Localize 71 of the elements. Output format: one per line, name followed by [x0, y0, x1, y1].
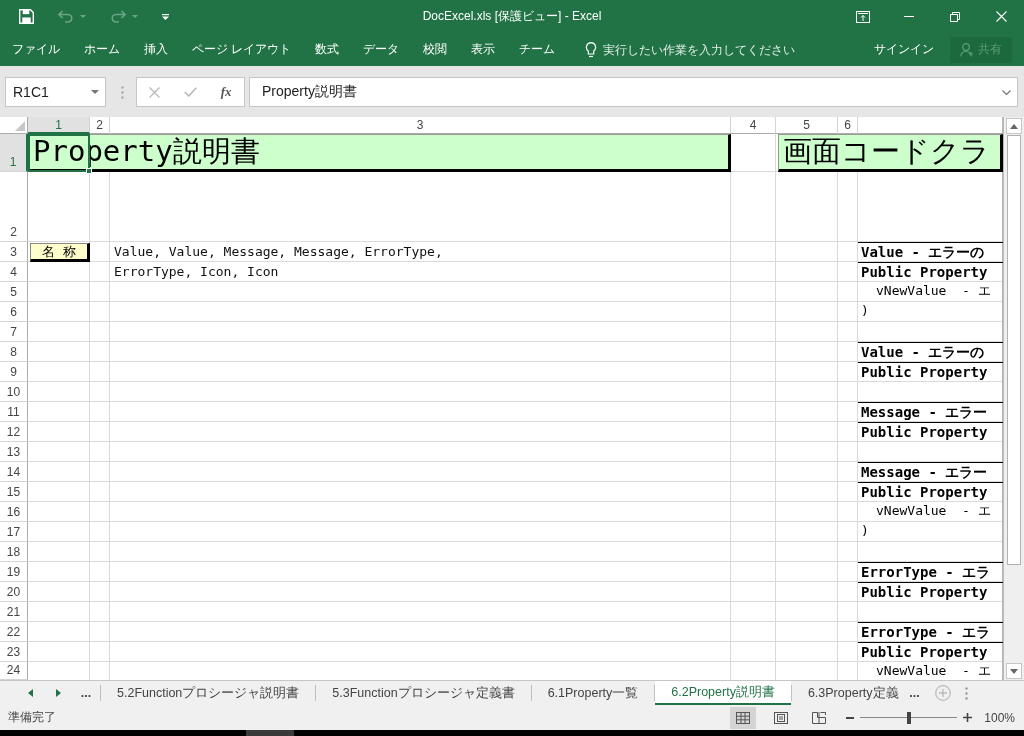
vertical-scrollbar[interactable]	[1003, 117, 1024, 680]
ribbon-tab[interactable]: ファイル	[0, 36, 72, 63]
insert-function-button[interactable]: fx	[215, 81, 238, 103]
ribbon-tab[interactable]: チーム	[507, 36, 568, 63]
zoom-level-button[interactable]: 100%	[984, 710, 1015, 725]
plus-circle-icon	[934, 685, 951, 701]
check-icon	[184, 87, 197, 97]
save-icon	[19, 9, 34, 24]
more-sheets-button[interactable]: ...	[900, 681, 929, 705]
redo-icon	[110, 9, 126, 24]
lightbulb-icon	[585, 41, 598, 58]
sheet-tab[interactable]: 5.2Functionプロシージャ説明書	[101, 681, 316, 705]
cell-text: ErrorType, Icon, Icon	[113, 263, 280, 281]
code-line: )	[860, 302, 870, 320]
tell-me-field[interactable]: 実行したい作業を入力してください	[585, 37, 834, 62]
minimize-icon	[904, 16, 914, 17]
window-title: DocExcel.xls [保護ビュー] - Excel	[422, 8, 602, 25]
ribbon-tab[interactable]: ホーム	[72, 36, 132, 63]
grip-icon	[121, 86, 124, 99]
more-sheets-button[interactable]: ...	[72, 681, 100, 705]
person-icon	[960, 42, 974, 57]
heading-label: 名 称	[30, 243, 90, 262]
code-parameter: vNewValue - エ	[875, 662, 992, 680]
caret-icon	[132, 15, 138, 18]
row-header[interactable]: 24	[0, 662, 28, 680]
sheet-tab[interactable]: 6.3Property定義	[791, 681, 901, 705]
ribbon-tab[interactable]: 表示	[459, 36, 508, 63]
cell-text: Value, Value, Message, Message, ErrorType,	[113, 243, 444, 261]
zoom-out-icon[interactable]	[846, 716, 855, 719]
sheet-tab[interactable]: 5.3Functionプロシージャ定義書	[316, 681, 531, 705]
code-parameter: vNewValue - エ	[875, 502, 992, 520]
status-text: 準備完了	[8, 709, 56, 726]
ribbon-tab[interactable]: 挿入	[132, 36, 180, 63]
scroll-down-button[interactable]	[1006, 663, 1022, 679]
restore-icon	[950, 11, 960, 22]
ribbon-tab[interactable]: 数式	[303, 36, 352, 63]
caret-icon	[80, 15, 86, 18]
down-triangle-icon	[1010, 668, 1018, 674]
scroll-up-button[interactable]	[1006, 118, 1022, 134]
caret-icon	[91, 90, 99, 94]
vertical-dots-icon[interactable]	[964, 686, 968, 700]
scrollbar-thumb[interactable]	[1007, 135, 1021, 565]
zoom-slider-thumb[interactable]	[906, 711, 911, 724]
right-triangle-icon	[55, 689, 61, 697]
ribbon-display-icon	[856, 10, 870, 23]
title-banner: 画面コードクラ	[778, 134, 1003, 172]
row-header[interactable]: 1	[0, 134, 28, 172]
formula-field[interactable]: Property説明書	[249, 77, 1018, 107]
column-header[interactable]: 1	[28, 117, 90, 134]
undo-icon	[58, 9, 74, 24]
ribbon-tab[interactable]: ページ レイアウト	[180, 36, 304, 63]
code-parameter: vNewValue - エ	[875, 282, 992, 300]
close-icon	[149, 86, 161, 98]
zoom-in-icon[interactable]	[963, 713, 973, 722]
name-box[interactable]: R1C1	[5, 77, 106, 107]
fill-handle[interactable]	[86, 168, 92, 174]
sign-in-button[interactable]: サインイン	[864, 37, 944, 62]
grid-icon	[736, 711, 751, 724]
normal-view-button[interactable]	[730, 706, 757, 729]
code-line: )	[860, 522, 870, 540]
sheet-tab[interactable]: 6.2Property説明書	[655, 681, 791, 705]
page-break-icon	[812, 711, 827, 724]
ribbon-tab[interactable]: データ	[351, 36, 412, 63]
chevron-down-icon	[1002, 89, 1011, 95]
left-triangle-icon	[27, 689, 33, 697]
page-layout-icon	[774, 711, 789, 724]
close-icon	[995, 11, 1007, 22]
customize-icon	[162, 13, 169, 20]
sheet-tab[interactable]: 6.1Property一覧	[531, 681, 655, 705]
up-triangle-icon	[1010, 123, 1018, 129]
ribbon-tab[interactable]: 校閲	[411, 36, 460, 63]
